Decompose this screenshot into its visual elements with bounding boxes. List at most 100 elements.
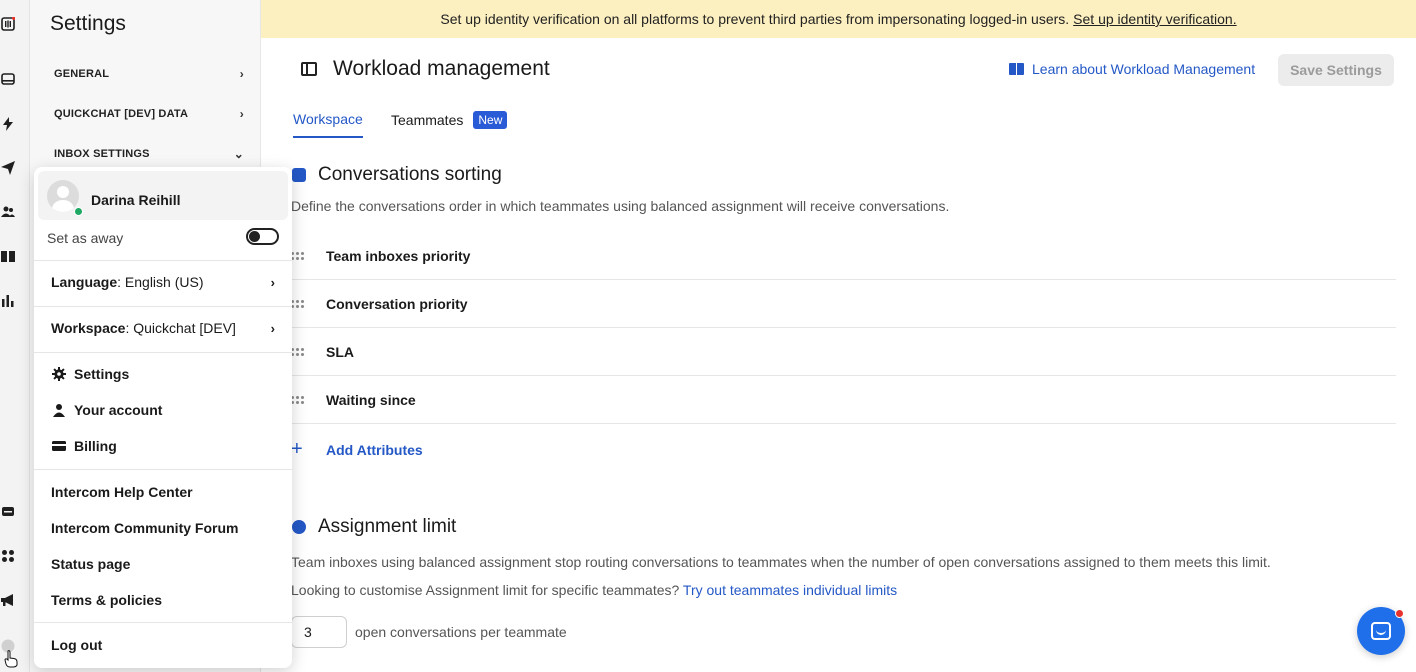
credit-card-icon xyxy=(51,439,66,454)
divider xyxy=(34,469,292,470)
menu-item-label: Settings xyxy=(74,366,130,382)
assignment-prompt-text: Looking to customise Assignment limit fo… xyxy=(291,582,680,598)
assignment-limit-suffix: open conversations per teammate xyxy=(355,624,567,640)
person-icon xyxy=(51,403,66,418)
logout-link[interactable]: Log out xyxy=(51,637,102,653)
tab-label: Teammates xyxy=(391,112,464,128)
nav-item-label: GENERAL xyxy=(54,68,110,80)
page-title: Workload management xyxy=(333,57,550,80)
sort-row[interactable]: Team inboxes priority xyxy=(291,232,1396,280)
language-menu-item[interactable]: Language: English (US) › xyxy=(51,274,275,290)
learn-link-label: Learn about Workload Management xyxy=(1032,61,1256,77)
status-page-link[interactable]: Status page xyxy=(51,556,130,572)
chevron-right-icon: › xyxy=(239,107,244,121)
drag-handle-icon[interactable] xyxy=(291,347,307,356)
user-name: Darina Reihill xyxy=(91,192,181,208)
reports-icon[interactable] xyxy=(0,292,16,308)
menu-item-settings[interactable]: Settings xyxy=(51,366,129,382)
account-menu: Darina Reihill Set as away Language: Eng… xyxy=(34,167,292,668)
learn-link[interactable]: Learn about Workload Management xyxy=(1009,61,1255,77)
intercom-logo-icon[interactable] xyxy=(0,16,16,32)
book-icon[interactable] xyxy=(0,248,16,264)
chat-icon xyxy=(1371,622,1391,640)
chevron-right-icon: › xyxy=(270,320,275,336)
workspace-text: Workspace: Quickchat [DEV] xyxy=(51,320,236,336)
paper-plane-icon[interactable] xyxy=(0,160,16,176)
menu-item-billing[interactable]: Billing xyxy=(51,438,117,454)
divider xyxy=(34,622,292,623)
inbox-icon[interactable] xyxy=(0,71,16,87)
sort-row[interactable]: Waiting since xyxy=(291,376,1396,424)
divider xyxy=(34,260,292,261)
chevron-right-icon: › xyxy=(239,67,244,81)
language-value: : English (US) xyxy=(117,274,204,290)
workspace-value: : Quickchat [DEV] xyxy=(125,320,236,336)
app-rail xyxy=(0,0,30,672)
help-center-link[interactable]: Intercom Help Center xyxy=(51,484,193,500)
assignment-description: Team inboxes using balanced assignment s… xyxy=(291,554,1271,570)
add-attributes-button[interactable]: + Add Attributes xyxy=(291,438,423,461)
banner-text: Set up identity verification on all plat… xyxy=(440,11,1070,27)
tab-teammates[interactable]: Teammates New xyxy=(391,111,508,129)
language-key: Language xyxy=(51,274,118,290)
save-settings-button[interactable]: Save Settings xyxy=(1278,54,1394,86)
assignment-limit-input[interactable] xyxy=(291,616,347,648)
chevron-right-icon: › xyxy=(270,274,275,290)
sort-row[interactable]: Conversation priority xyxy=(291,280,1396,328)
sorting-title: Conversations sorting xyxy=(318,164,502,185)
contacts-icon[interactable] xyxy=(0,204,16,220)
nav-item-label: INBOX SETTINGS xyxy=(54,148,150,160)
add-attributes-label: Add Attributes xyxy=(326,441,423,458)
language-text: Language: English (US) xyxy=(51,274,203,290)
sorting-description: Define the conversations order in which … xyxy=(291,198,950,214)
hand-cursor-icon xyxy=(4,650,18,668)
online-status-dot xyxy=(74,207,83,216)
plus-icon: + xyxy=(291,438,303,460)
away-toggle[interactable] xyxy=(246,228,279,245)
book-icon xyxy=(1009,63,1024,75)
tab-workspace[interactable]: Workspace xyxy=(293,111,363,138)
avatar xyxy=(47,180,79,212)
chat-bubble-icon xyxy=(292,168,306,182)
individual-limits-link[interactable]: Try out teammates individual limits xyxy=(683,582,897,598)
messenger-launcher[interactable] xyxy=(1357,607,1405,655)
assignment-title: Assignment limit xyxy=(318,516,457,537)
nav-item-inbox-settings[interactable]: INBOX SETTINGS ⌄ xyxy=(54,144,244,164)
gear-icon xyxy=(51,367,66,382)
sidebar-toggle-icon[interactable] xyxy=(301,62,317,76)
main-content: Workload management Learn about Workload… xyxy=(261,38,1416,672)
notification-dot xyxy=(1395,609,1404,618)
sort-row-label: Waiting since xyxy=(326,391,416,408)
new-badge: New xyxy=(473,111,508,129)
assignment-icon xyxy=(292,520,306,534)
sort-row[interactable]: SLA xyxy=(291,328,1396,376)
sort-row-label: Conversation priority xyxy=(326,295,468,312)
divider xyxy=(34,306,292,307)
terms-policies-link[interactable]: Terms & policies xyxy=(51,592,162,608)
divider xyxy=(34,352,292,353)
nav-item-quickchat-data[interactable]: QUICKCHAT [DEV] DATA › xyxy=(54,104,244,124)
assignment-prompt: Looking to customise Assignment limit fo… xyxy=(291,582,897,598)
workspace-key: Workspace xyxy=(51,320,126,336)
user-card: Darina Reihill xyxy=(38,171,288,220)
identity-verification-banner: Set up identity verification on all plat… xyxy=(261,0,1416,38)
menu-item-label: Your account xyxy=(74,402,163,418)
banner-link[interactable]: Set up identity verification. xyxy=(1073,11,1236,27)
sort-row-label: SLA xyxy=(326,343,354,360)
menu-item-your-account[interactable]: Your account xyxy=(51,402,162,418)
chevron-down-icon: ⌄ xyxy=(233,147,244,161)
drag-handle-icon[interactable] xyxy=(291,395,307,404)
apps-icon[interactable] xyxy=(0,548,16,564)
workspace-menu-item[interactable]: Workspace: Quickchat [DEV] › xyxy=(51,320,275,336)
megaphone-icon[interactable] xyxy=(0,592,16,608)
menu-item-label: Billing xyxy=(74,438,117,454)
nav-item-label: QUICKCHAT [DEV] DATA xyxy=(54,108,189,120)
nav-item-general[interactable]: GENERAL › xyxy=(54,64,244,84)
drag-handle-icon[interactable] xyxy=(291,299,307,308)
messages-icon[interactable] xyxy=(0,504,16,520)
settings-title: Settings xyxy=(50,12,126,35)
away-label: Set as away xyxy=(47,230,124,246)
community-forum-link[interactable]: Intercom Community Forum xyxy=(51,520,238,536)
bolt-icon[interactable] xyxy=(0,116,16,132)
drag-handle-icon[interactable] xyxy=(291,251,307,260)
